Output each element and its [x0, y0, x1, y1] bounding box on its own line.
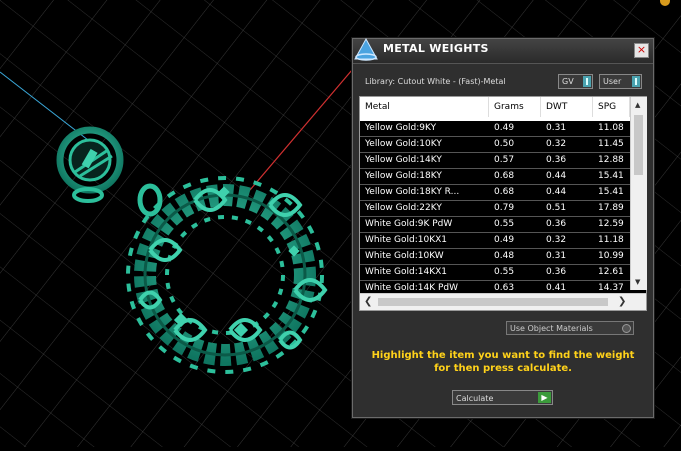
gv-toggle-knob	[583, 76, 591, 87]
cell-grams: 0.49	[494, 235, 515, 245]
panel-title: METAL WEIGHTS	[383, 42, 489, 55]
vertical-scrollbar[interactable]: ▲ ▼	[630, 97, 647, 290]
column-header-grams[interactable]: Grams	[489, 97, 541, 117]
cell-grams: 0.55	[494, 267, 515, 277]
cell-metal: White Gold:10KW	[365, 251, 444, 261]
cell-dwt: 0.32	[546, 139, 567, 149]
table-row[interactable]: White Gold:10KW 0.48 0.31 10.99	[360, 249, 646, 265]
horizontal-scrollbar[interactable]: ❮ ❯	[360, 293, 646, 310]
column-header-spg[interactable]: SPG	[593, 97, 630, 117]
metal-table[interactable]: Metal Grams DWT SPG Yellow Gold:9KY 0.49 0…	[359, 96, 647, 311]
cell-grams: 0.50	[494, 139, 515, 149]
table-row[interactable]: Yellow Gold:18KY 0.68 0.44 15.41	[360, 169, 646, 185]
column-header-dwt[interactable]: DWT	[541, 97, 593, 117]
cell-metal: Yellow Gold:14KY	[365, 155, 442, 165]
cell-dwt: 0.36	[546, 219, 567, 229]
cell-dwt: 0.44	[546, 187, 567, 197]
cell-metal: White Gold:10KX1	[365, 235, 448, 245]
cell-spg: 12.59	[598, 219, 624, 229]
cell-metal: Yellow Gold:10KY	[365, 139, 442, 149]
cell-dwt: 0.32	[546, 235, 567, 245]
scroll-right-icon[interactable]: ❯	[618, 296, 626, 307]
cell-dwt: 0.44	[546, 171, 567, 181]
scroll-left-icon[interactable]: ❮	[364, 296, 372, 307]
cell-metal: Yellow Gold:22KY	[365, 203, 442, 213]
cell-spg: 15.41	[598, 171, 624, 181]
cell-metal: Yellow Gold:18KY R...	[365, 187, 460, 197]
calculate-label: Calculate	[456, 394, 494, 403]
cell-spg: 17.89	[598, 203, 624, 213]
toggle-knob-icon	[622, 324, 631, 333]
cell-grams: 0.49	[494, 123, 515, 133]
use-object-materials-toggle[interactable]: Use Object Materials	[506, 321, 634, 335]
cell-grams: 0.55	[494, 219, 515, 229]
use-object-materials-label: Use Object Materials	[510, 324, 593, 333]
cell-grams: 0.48	[494, 251, 515, 261]
instruction-text: Highlight the item you want to find the …	[371, 350, 635, 374]
table-row[interactable]: White Gold:9K PdW 0.55 0.36 12.59	[360, 217, 646, 233]
cell-metal: Yellow Gold:18KY	[365, 171, 442, 181]
close-icon[interactable]: ×	[634, 43, 649, 58]
table-row[interactable]: Yellow Gold:22KY 0.79 0.51 17.89	[360, 201, 646, 217]
horizontal-scroll-thumb[interactable]	[378, 298, 608, 306]
cell-spg: 11.08	[598, 123, 624, 133]
cell-spg: 12.61	[598, 267, 624, 277]
cell-dwt: 0.36	[546, 155, 567, 165]
table-body: Yellow Gold:9KY 0.49 0.31 11.08 Yellow Gold…	[360, 121, 646, 297]
cell-dwt: 0.31	[546, 251, 567, 261]
cell-spg: 10.99	[598, 251, 624, 261]
user-toggle[interactable]: User	[599, 74, 642, 89]
column-header-metal[interactable]: Metal	[360, 97, 489, 117]
table-row[interactable]: Yellow Gold:14KY 0.57 0.36 12.88	[360, 153, 646, 169]
table-row[interactable]: White Gold:14KX1 0.55 0.36 12.61	[360, 265, 646, 281]
cell-metal: White Gold:14KX1	[365, 267, 448, 277]
scroll-up-icon[interactable]: ▲	[635, 101, 640, 109]
table-row[interactable]: White Gold:10KX1 0.49 0.32 11.18	[360, 233, 646, 249]
calculate-button[interactable]: Calculate ▶	[452, 390, 553, 405]
cell-dwt: 0.51	[546, 203, 567, 213]
table-header: Metal Grams DWT SPG	[360, 97, 646, 117]
cell-grams: 0.68	[494, 171, 515, 181]
cell-grams: 0.68	[494, 187, 515, 197]
cell-spg: 11.45	[598, 139, 624, 149]
play-arrow-icon: ▶	[538, 392, 551, 403]
library-label: Library: Cutout White - (Fast)-Metal	[365, 77, 506, 86]
cell-metal: White Gold:9K PdW	[365, 219, 453, 229]
user-toggle-knob	[632, 76, 640, 87]
cell-grams: 0.57	[494, 155, 515, 165]
table-row[interactable]: Yellow Gold:9KY 0.49 0.31 11.08	[360, 121, 646, 137]
cell-dwt: 0.31	[546, 123, 567, 133]
cell-grams: 0.79	[494, 203, 515, 213]
vertical-scroll-thumb[interactable]	[634, 115, 643, 175]
gv-toggle[interactable]: GV	[558, 74, 593, 89]
cell-dwt: 0.36	[546, 267, 567, 277]
metal-weights-icon	[354, 37, 378, 61]
cell-spg: 11.18	[598, 235, 624, 245]
cell-spg: 15.41	[598, 187, 624, 197]
cell-spg: 12.88	[598, 155, 624, 165]
scroll-down-icon[interactable]: ▼	[635, 278, 640, 286]
cell-metal: Yellow Gold:9KY	[365, 123, 437, 133]
gv-toggle-label: GV	[562, 77, 574, 86]
table-row[interactable]: Yellow Gold:10KY 0.50 0.32 11.45	[360, 137, 646, 153]
user-toggle-label: User	[603, 77, 622, 86]
table-row[interactable]: Yellow Gold:18KY R... 0.68 0.44 15.41	[360, 185, 646, 201]
metal-weights-panel: METAL WEIGHTS × Library: Cutout White - …	[352, 37, 654, 418]
panel-titlebar[interactable]: METAL WEIGHTS ×	[353, 37, 653, 64]
